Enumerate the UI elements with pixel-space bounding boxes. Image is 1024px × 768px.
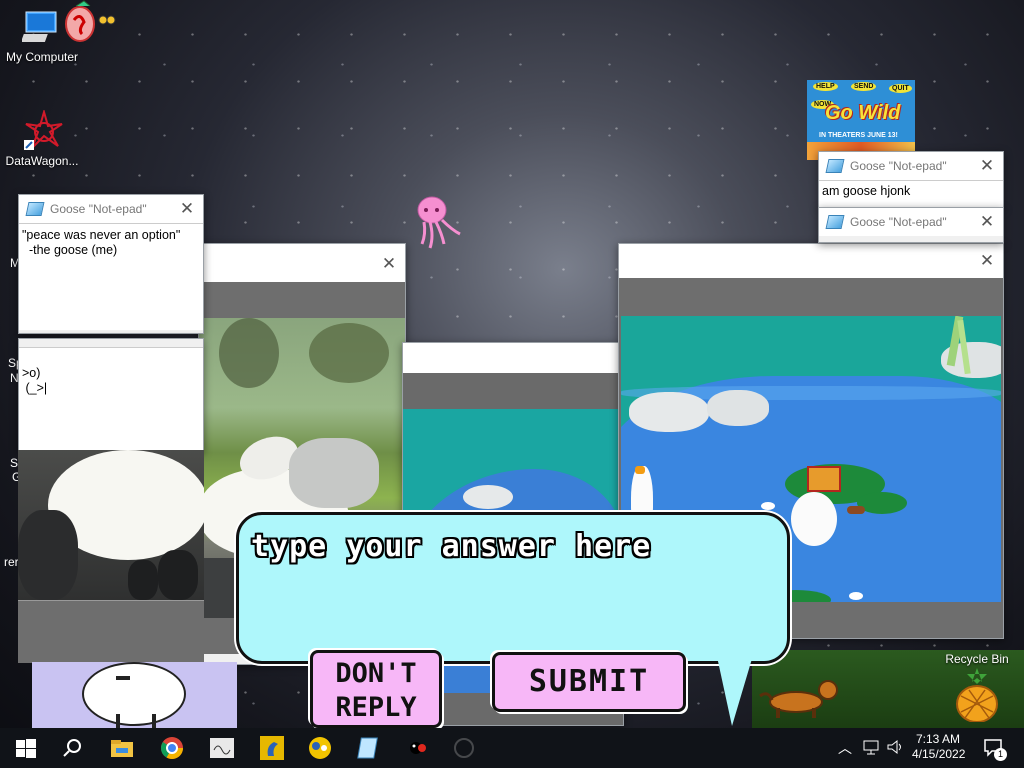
window-titlebar[interactable]: Goose "Not-epad" ✕ bbox=[19, 195, 203, 223]
desktop-icon-label: Recycle Bin bbox=[945, 652, 1009, 666]
left-video-bottom-bar bbox=[18, 600, 204, 663]
crown bbox=[807, 466, 841, 492]
notepad-quote-window[interactable]: Goose "Not-epad" ✕ "peace was never an o… bbox=[18, 194, 204, 334]
edge-fragment: S bbox=[10, 456, 19, 470]
poster-word: QUIT bbox=[889, 84, 912, 93]
close-icon[interactable]: ✕ bbox=[379, 254, 399, 274]
clock-time: 7:13 AM bbox=[915, 732, 961, 746]
jellyfish-sticker bbox=[412, 194, 466, 254]
dont-reply-button[interactable]: DON'T REPLY bbox=[310, 650, 442, 728]
clock-date: 4/15/2022 bbox=[912, 747, 966, 761]
dog-sticker bbox=[756, 678, 846, 722]
window-titlebar[interactable]: Goose "Not-epad" ✕ bbox=[819, 208, 1003, 236]
datawagon-icon bbox=[22, 108, 63, 150]
window-titlebar[interactable] bbox=[19, 339, 203, 347]
paint-doodle-icon[interactable] bbox=[208, 734, 236, 762]
system-clock[interactable]: 7:13 AM 4/15/2022 bbox=[912, 732, 966, 762]
plankton-sticker bbox=[58, 0, 118, 44]
goose-app-icon[interactable] bbox=[258, 734, 286, 762]
go-wild-poster: HELP SEND QUIT NOW Go Wild IN THEATERS J… bbox=[807, 80, 915, 160]
poster-title: Go Wild bbox=[825, 102, 901, 124]
chrome-icon[interactable] bbox=[158, 734, 186, 762]
close-icon[interactable]: ✕ bbox=[977, 251, 997, 271]
volume-icon[interactable] bbox=[886, 738, 904, 756]
poster-tagline: IN THEATERS JUNE 13! bbox=[819, 132, 898, 139]
video-header-bar bbox=[199, 282, 405, 318]
notepad-empty-window[interactable]: Goose "Not-epad" ✕ bbox=[818, 207, 1004, 243]
close-icon[interactable]: ✕ bbox=[977, 212, 997, 232]
notepad-icon bbox=[825, 159, 845, 173]
window-titlebar[interactable]: Goose "Not-epad" ✕ bbox=[819, 152, 1003, 180]
bfdi-app-icon[interactable] bbox=[306, 734, 334, 762]
windows-start-icon[interactable] bbox=[12, 734, 40, 762]
file-explorer-icon[interactable] bbox=[108, 734, 136, 762]
answer-bubble[interactable]: type your answer here bbox=[236, 512, 790, 664]
taskbar: ︿ 7:13 AM 4/15/2022 1 bbox=[0, 728, 1024, 768]
window-titlebar[interactable]: ✕ bbox=[619, 244, 1003, 278]
computer-icon bbox=[20, 6, 62, 46]
desktop-icon-label: My Computer bbox=[5, 50, 79, 64]
window-title: Goose "Not-epad" bbox=[850, 159, 947, 173]
desktop-icon-label: DataWagon... bbox=[5, 154, 79, 168]
pineapple-icon bbox=[949, 666, 1005, 723]
poster-word: SEND bbox=[851, 82, 877, 91]
chevron-up-icon[interactable]: ︿ bbox=[838, 738, 852, 758]
desktop-icon-datawagon[interactable]: DataWagon... bbox=[0, 108, 84, 168]
left-video-extension bbox=[18, 450, 204, 600]
desktop-icon-recycle-bin[interactable]: Recycle Bin bbox=[932, 652, 1022, 726]
edge-fragment: rer bbox=[4, 555, 19, 569]
notepad-text[interactable]: >o) (_>| bbox=[19, 347, 203, 456]
poster-word: HELP bbox=[813, 82, 838, 91]
search-icon[interactable] bbox=[58, 734, 86, 762]
notepad-text[interactable]: am goose hjonk bbox=[819, 180, 1003, 207]
video-header-bar bbox=[619, 278, 1003, 314]
notepad-text[interactable]: "peace was never an option" -the goose (… bbox=[19, 223, 203, 330]
notepad-taskbar-icon[interactable] bbox=[356, 734, 384, 762]
close-icon[interactable]: ✕ bbox=[977, 156, 997, 176]
hidden-app-icon[interactable] bbox=[450, 734, 478, 762]
network-icon[interactable] bbox=[862, 738, 880, 756]
notification-badge: 1 bbox=[994, 748, 1007, 761]
window-titlebar[interactable]: ✕ bbox=[199, 244, 405, 282]
notepad-ascii-window[interactable]: >o) (_>| bbox=[18, 338, 204, 456]
submit-button[interactable]: SUBMIT bbox=[492, 652, 686, 712]
window-title: Goose "Not-epad" bbox=[850, 215, 947, 229]
goose-taskbar-icon[interactable] bbox=[404, 734, 432, 762]
notepad-hjonk-window[interactable]: Goose "Not-epad" ✕ am goose hjonk bbox=[818, 151, 1004, 209]
notepad-icon bbox=[25, 202, 45, 216]
window-titlebar[interactable] bbox=[403, 343, 623, 373]
answer-input-placeholder[interactable]: type your answer here bbox=[251, 529, 651, 564]
close-icon[interactable]: ✕ bbox=[177, 199, 197, 219]
king-goose-figure bbox=[791, 492, 837, 546]
bubble-tail bbox=[716, 652, 754, 726]
window-title: Goose "Not-epad" bbox=[50, 202, 147, 216]
notepad-icon bbox=[825, 215, 845, 229]
